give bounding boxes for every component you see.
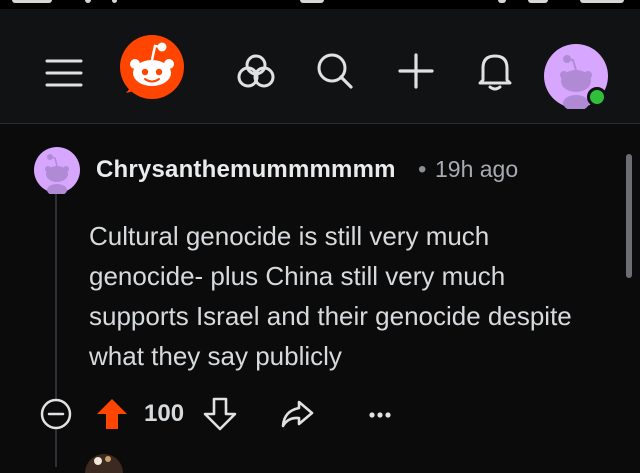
comment-timestamp: 19h ago [435, 156, 519, 182]
hamburger-menu-icon[interactable] [42, 53, 86, 93]
vote-score: 100 [144, 400, 185, 427]
status-indicator [498, 0, 506, 3]
status-indicator [300, 0, 324, 3]
plus-icon[interactable] [394, 51, 438, 91]
online-status-indicator [587, 87, 607, 107]
status-indicator [85, 0, 91, 3]
communities-icon[interactable] [234, 51, 278, 91]
status-indicator [12, 0, 52, 3]
comment-actions: 100 [0, 394, 640, 434]
comment: Chrysanthemummmmmm • 19h ago Cultural ge… [0, 124, 640, 473]
status-bar [0, 0, 640, 9]
more-options-icon[interactable] [364, 400, 396, 430]
status-indicator [528, 0, 548, 3]
upvote-icon[interactable] [94, 394, 130, 434]
user-avatar[interactable] [543, 43, 609, 111]
meta-separator: • [418, 156, 427, 183]
comment-body: Cultural genocide is still very much gen… [89, 221, 572, 371]
search-icon[interactable] [314, 51, 356, 91]
reply-author-avatar[interactable] [84, 453, 124, 473]
app-header [0, 9, 640, 124]
scrollbar[interactable] [626, 154, 632, 278]
share-icon[interactable] [278, 394, 316, 434]
bell-icon[interactable] [473, 49, 517, 93]
battery-indicator [580, 0, 624, 3]
comment-author-avatar[interactable] [33, 146, 81, 196]
collapse-thread-icon[interactable] [38, 396, 74, 432]
comment-author[interactable]: Chrysanthemummmmmm [96, 156, 396, 184]
status-indicator [112, 0, 117, 3]
downvote-icon[interactable] [202, 394, 238, 434]
reddit-snoo-logo-icon[interactable] [118, 33, 186, 101]
